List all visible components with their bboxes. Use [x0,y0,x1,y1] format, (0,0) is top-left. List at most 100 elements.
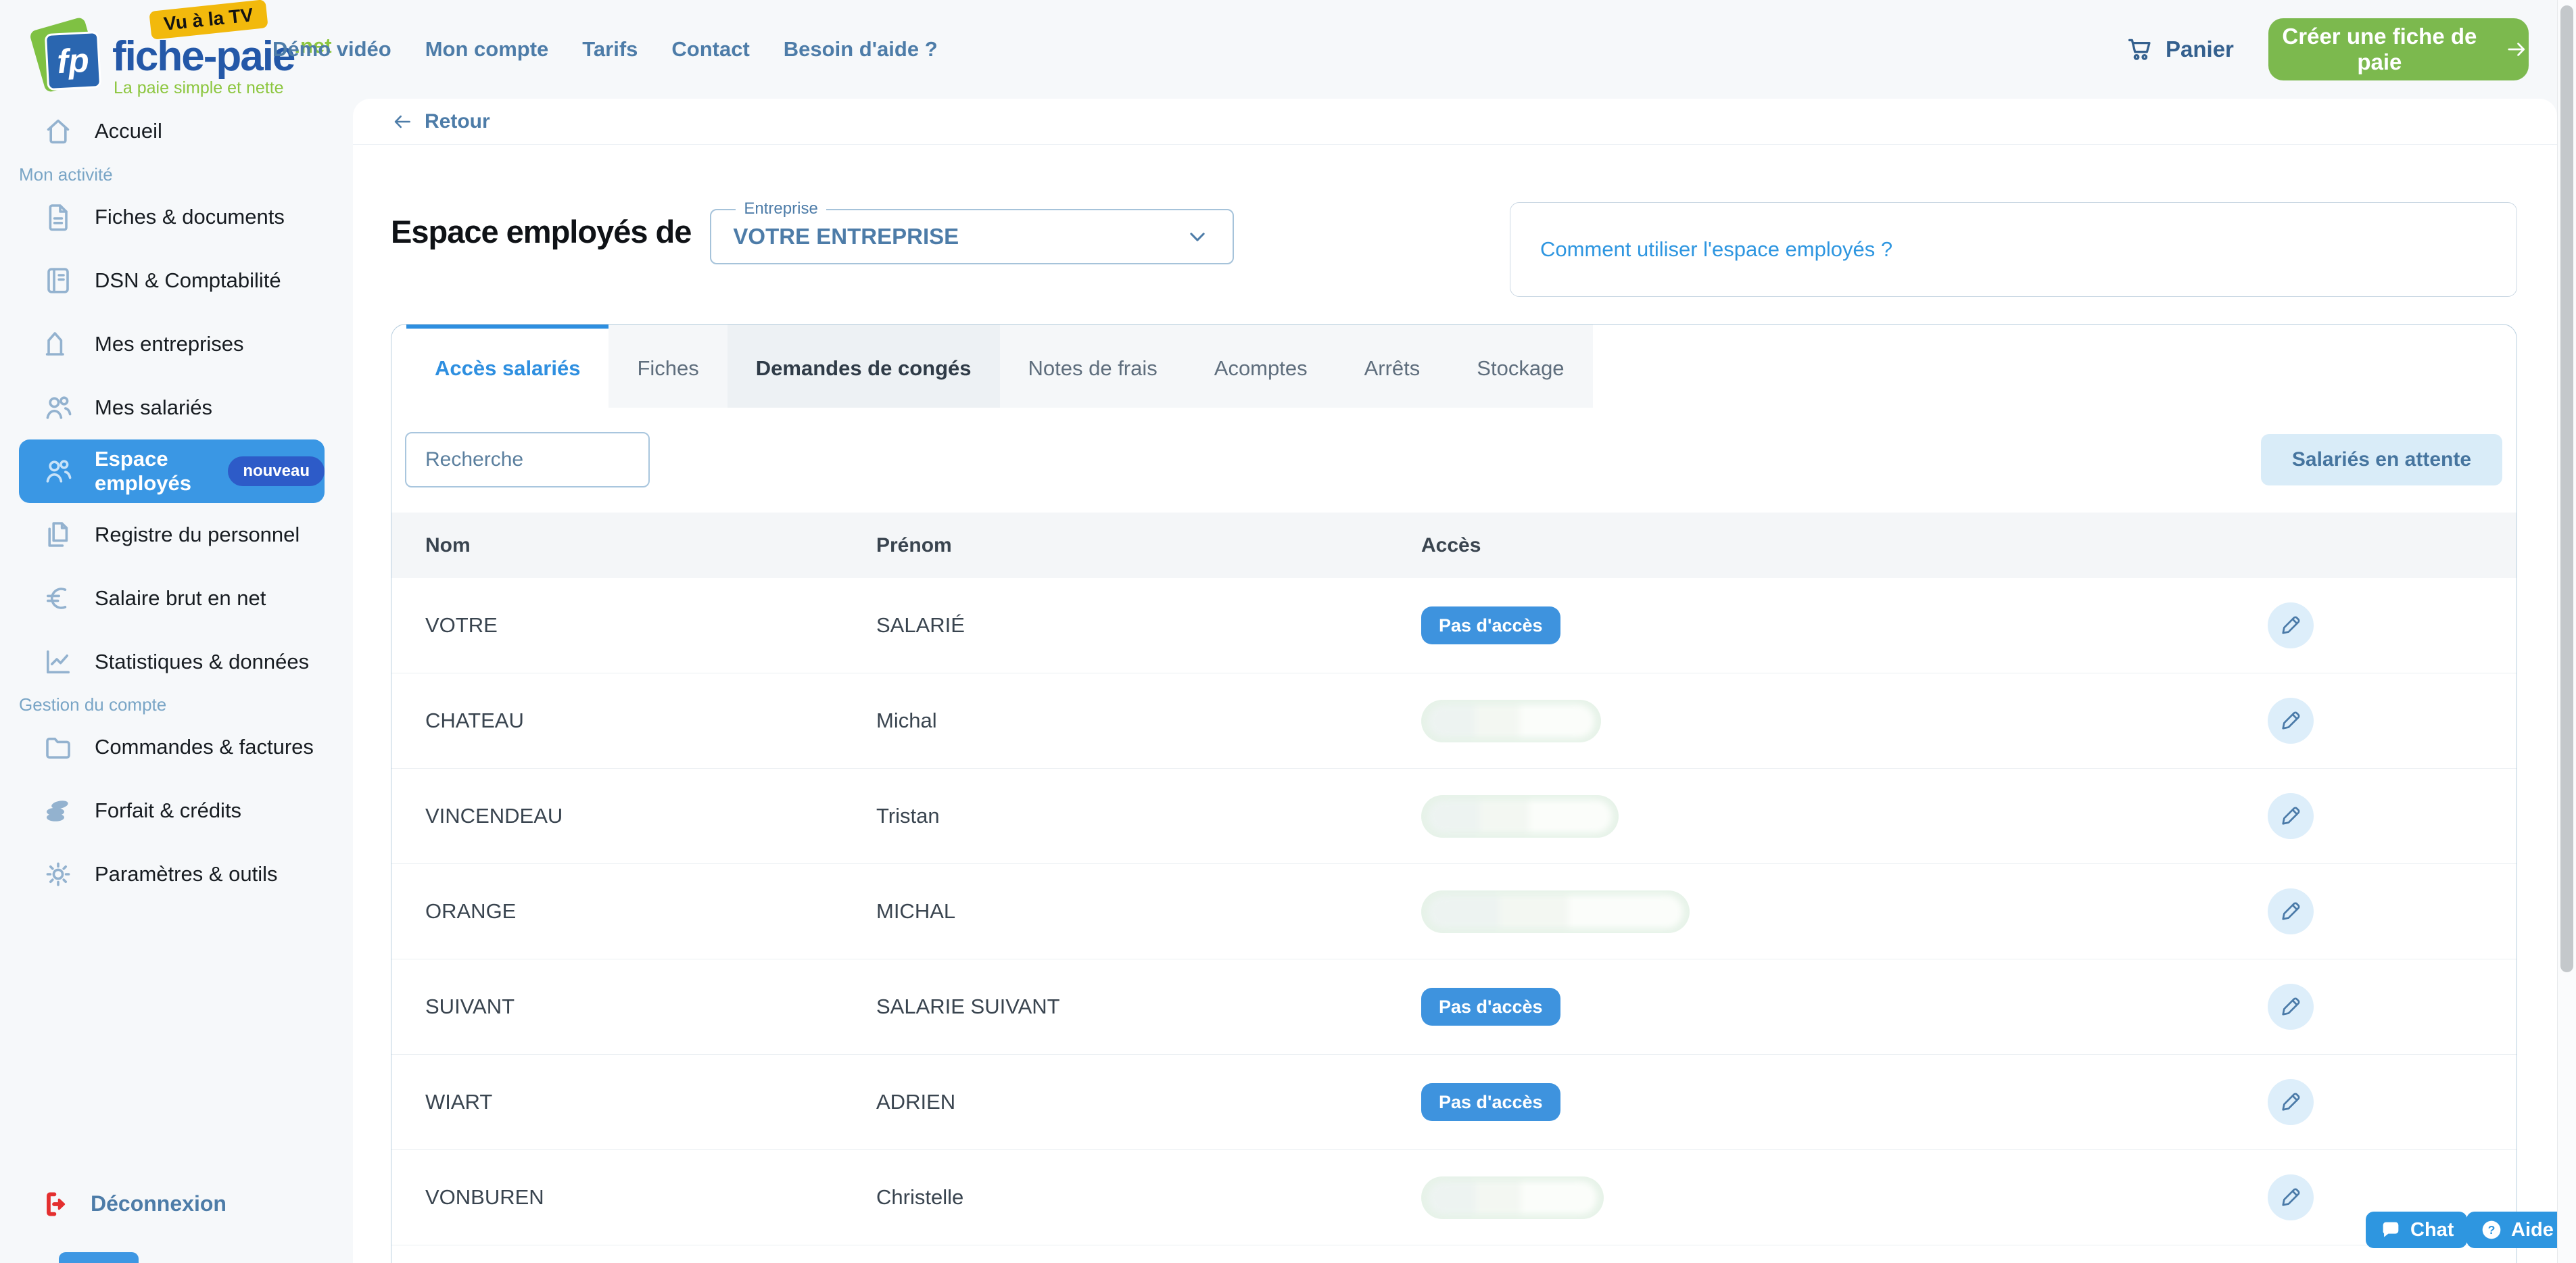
tab-acomptes[interactable]: Acomptes [1186,325,1336,408]
sidebar-item-dsn-comptabilit-[interactable]: DSN & Comptabilité [0,249,353,312]
sidebar-section-label: Gestion du compte [0,694,353,715]
sidebar-item-label: Espace employés [95,447,199,496]
tab-fiches[interactable]: Fiches [609,325,727,408]
chat-label: Chat [2410,1219,2454,1241]
logout-button[interactable]: Déconnexion [0,1172,226,1235]
logo-monogram: fp [45,31,101,91]
employee-access-cell: Pas d'accès [1421,606,2268,644]
table-row: CHATEAUMichal [391,673,2517,769]
sidebar-item-label: Mes salariés [95,396,212,420]
sidebar-item-espace-employ-s[interactable]: Espace employésnouveau [19,439,325,503]
table-body: VOTRESALARIÉPas d'accèsCHATEAUMichalVINC… [391,578,2517,1245]
column-header-nom: Nom [391,534,876,557]
chat-button[interactable]: Chat [2366,1212,2467,1248]
redacted-access-badge [1421,700,1601,742]
employee-actions-cell [2268,793,2517,839]
brand-tagline: La paie simple et nette [114,78,284,98]
sidebar-item-forfait-cr-dits[interactable]: Forfait & crédits [0,779,353,842]
aide-button[interactable]: ? Aide [2466,1212,2567,1248]
edit-employee-button[interactable] [2268,698,2314,744]
company-select-value: VOTRE ENTREPRISE [733,224,959,249]
column-header-pr-nom: Prénom [876,534,1421,557]
tab-bar: Accès salariésFichesDemandes de congésNo… [391,325,2517,408]
folder-icon [42,731,74,763]
tab-notes-de-frais[interactable]: Notes de frais [1000,325,1186,408]
no-access-badge: Pas d'accès [1421,1083,1560,1121]
nav-item[interactable]: Contact [671,37,749,62]
sidebar-item-accueil[interactable]: Accueil [0,99,353,164]
sidebar-item-fiches-documents[interactable]: Fiches & documents [0,185,353,249]
employee-firstname-cell: Michal [876,709,1421,733]
sidebar-item-salaire-brut-en-net[interactable]: Salaire brut en net [0,567,353,630]
tab-stockage[interactable]: Stockage [1448,325,1592,408]
employee-access-cell: Pas d'accès [1421,1083,2268,1121]
edit-employee-button[interactable] [2268,1174,2314,1220]
employee-actions-cell [2268,888,2517,934]
sidebar-item-commandes-factures[interactable]: Commandes & factures [0,715,353,779]
sidebar-item-param-tres-outils[interactable]: Paramètres & outils [0,842,353,906]
employee-access-cell [1421,1176,2268,1219]
employee-firstname-cell: Christelle [876,1185,1421,1210]
pencil-icon [2279,1185,2303,1210]
logout-icon [42,1189,73,1220]
sidebar-item-label: Accueil [95,119,162,143]
company-select[interactable]: Entreprise VOTRE ENTREPRISE [710,209,1234,264]
edit-employee-button[interactable] [2268,793,2314,839]
coins-icon [42,794,74,827]
nav-item[interactable]: Démo vidéo [272,37,391,62]
company-select-label: Entreprise [736,199,826,218]
sidebar-item-label: Paramètres & outils [95,862,278,886]
pencil-icon [2279,804,2303,828]
page-scrollbar[interactable] [2557,0,2576,1263]
create-payslip-button[interactable]: Créer une fiche de paie [2268,18,2529,80]
sidebar-item-registre-du-personnel[interactable]: Registre du personnel [0,503,353,567]
scrollbar-thumb[interactable] [2560,5,2573,972]
sidebar-menu: Mon activitéFiches & documentsDSN & Comp… [0,164,353,906]
employee-firstname-cell: ADRIEN [876,1090,1421,1114]
employee-name-cell: WIART [391,1090,876,1114]
aide-label: Aide [2511,1219,2554,1241]
no-access-badge: Pas d'accès [1421,988,1560,1026]
nav-item[interactable]: Tarifs [582,37,638,62]
back-link[interactable]: Retour [391,110,490,133]
edit-employee-button[interactable] [2268,1079,2314,1125]
main-content: Retour Espace employés de Entreprise VOT… [353,99,2557,1263]
employee-firstname-cell: SALARIÉ [876,613,1421,638]
arrow-left-icon [391,110,414,133]
sidebar-item-mes-entreprises[interactable]: Mes entreprises [0,312,353,376]
edit-employee-button[interactable] [2268,984,2314,1030]
sidebar-item-label: Salaire brut en net [95,586,266,611]
employee-firstname-cell: MICHAL [876,899,1421,924]
sidebar-item-label: Forfait & crédits [95,799,241,823]
document-icon [42,201,74,233]
sidebar-item-label: Fiches & documents [95,205,285,229]
edit-employee-button[interactable] [2268,602,2314,648]
employee-actions-cell [2268,1079,2517,1125]
sidebar-item-label: DSN & Comptabilité [95,268,281,293]
search-input[interactable] [405,432,650,487]
cut-off-bottom-button[interactable] [59,1252,139,1263]
employees-group-icon [42,455,74,487]
sidebar-item-statistiques-donn-es[interactable]: Statistiques & données [0,630,353,694]
register-icon [42,519,74,551]
redacted-access-badge [1421,795,1619,838]
nav-item[interactable]: Besoin d'aide ? [784,37,938,62]
question-icon: ? [2480,1218,2503,1241]
sidebar: Accueil Mon activitéFiches & documentsDS… [0,99,353,1263]
tab-arr-ts[interactable]: Arrêts [1336,325,1449,408]
tab-acc-s-salari-s[interactable]: Accès salariés [406,325,609,408]
tab-demandes-de-cong-s[interactable]: Demandes de congés [728,325,1000,408]
nav-item[interactable]: Mon compte [425,37,549,62]
euro-icon [42,582,74,615]
page-title: Espace employés de [391,213,691,250]
sidebar-item-mes-salari-s[interactable]: Mes salariés [0,376,353,439]
pending-employees-button[interactable]: Salariés en attente [2261,434,2502,485]
arrow-right-icon [2504,36,2529,63]
help-link[interactable]: Comment utiliser l'espace employés ? [1540,237,1892,262]
pencil-icon [2279,995,2303,1019]
chat-bubble-icon [2379,1218,2402,1241]
back-label: Retour [425,110,490,133]
pencil-icon [2279,899,2303,924]
edit-employee-button[interactable] [2268,888,2314,934]
cart-button[interactable]: Panier [2125,0,2234,99]
